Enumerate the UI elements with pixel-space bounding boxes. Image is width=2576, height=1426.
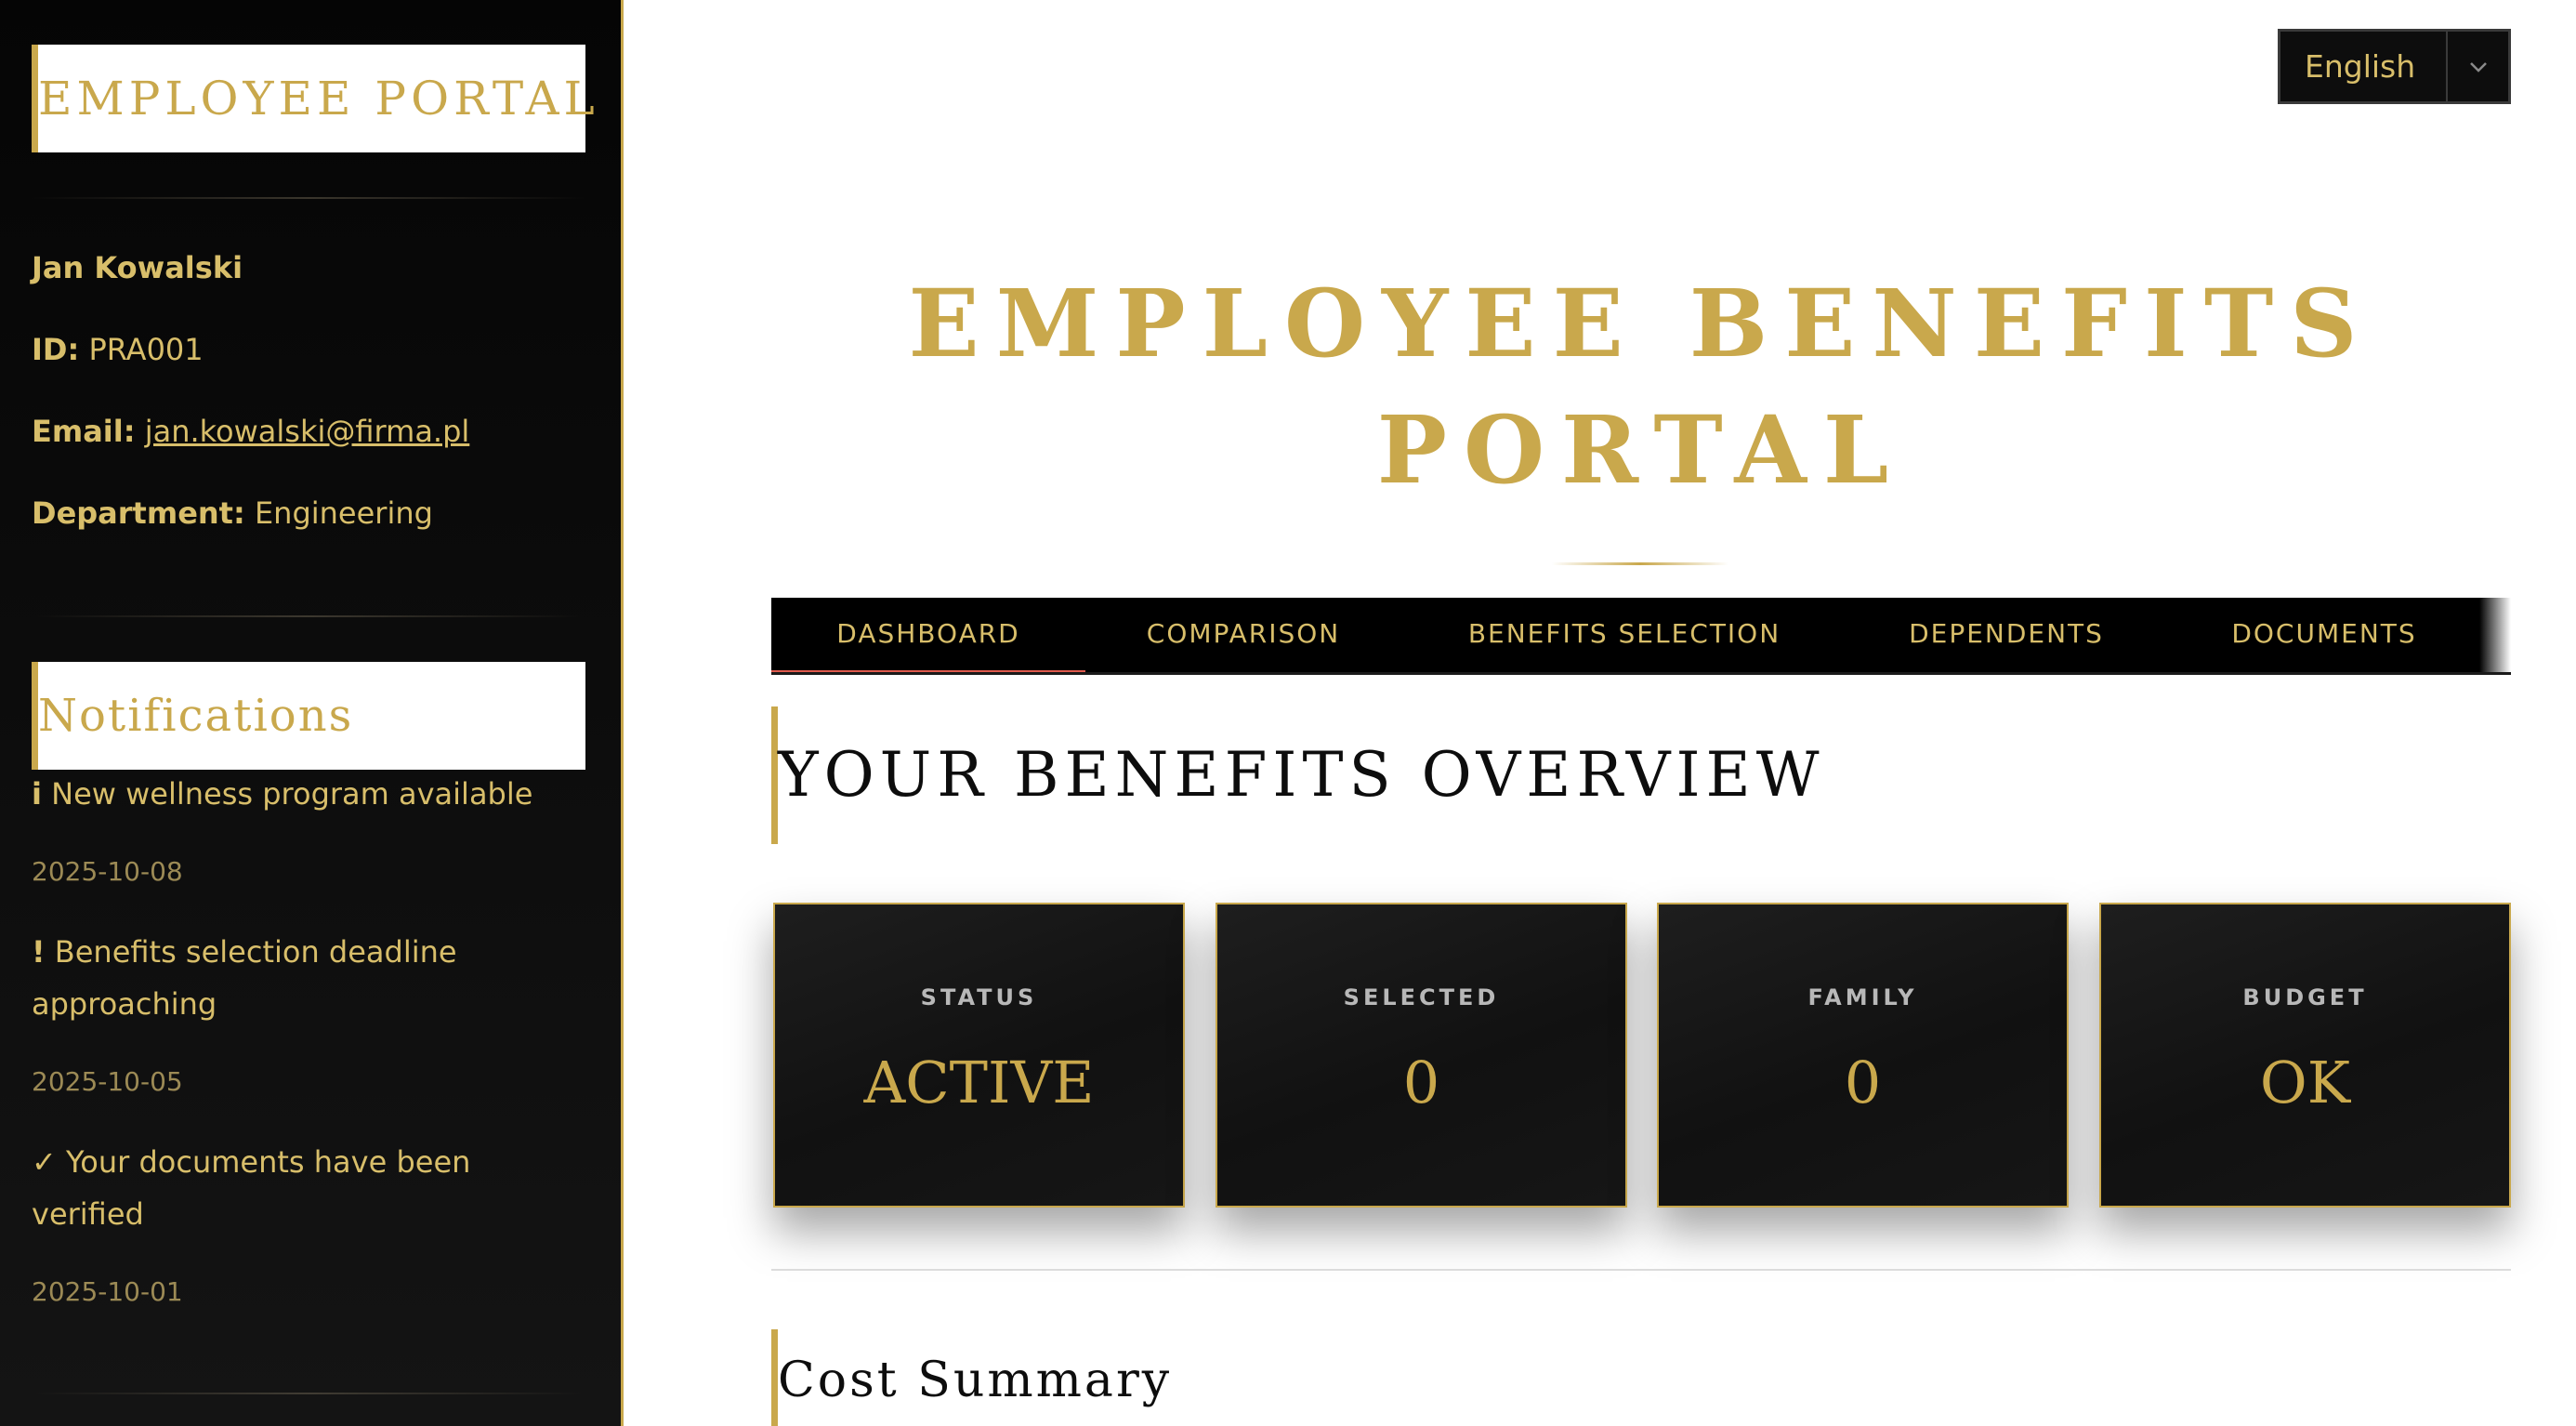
notification-text: Benefits selection deadline approaching (32, 934, 457, 1022)
check-icon: ✓ (32, 1144, 57, 1180)
overview-heading: YOUR BENEFITS OVERVIEW (771, 706, 1825, 844)
budget-card: BUDGET OK (2099, 903, 2511, 1208)
tab-benefits-selection[interactable]: BENEFITS SELECTION (1401, 598, 1847, 674)
user-id: ID: PRA001 (32, 322, 204, 377)
card-label: STATUS (920, 984, 1038, 1010)
selected-card: SELECTED 0 (1216, 903, 1627, 1208)
tab-dependents[interactable]: DEPENDENTS (1847, 598, 2165, 674)
main-tabs: DASHBOARD COMPARISON BENEFITS SELECTION … (771, 598, 2511, 674)
user-id-label: ID: (32, 332, 80, 367)
user-email-label: Email: (32, 414, 136, 449)
language-dropdown-toggle[interactable] (2446, 32, 2508, 101)
sidebar-divider (32, 1393, 585, 1394)
card-label: BUDGET (2242, 984, 2368, 1010)
portal-title-card: EMPLOYEE PORTAL (32, 45, 595, 152)
sidebar: EMPLOYEE PORTAL Jan Kowalski ID: PRA001 … (0, 0, 624, 1426)
info-icon: i (32, 776, 42, 812)
user-department-value: Engineering (254, 495, 433, 531)
notification-text: Your documents have been verified (32, 1144, 471, 1232)
tabs-underline (771, 672, 2511, 675)
card-value: 0 (1844, 1049, 1882, 1116)
notification-date: 2025-10-08 (32, 856, 183, 887)
user-email: Email: jan.kowalski@firma.pl (32, 403, 469, 459)
notification-item[interactable]: ! Benefits selection deadline approachin… (32, 926, 552, 1030)
tab-documents[interactable]: DOCUMENTS (2165, 598, 2483, 674)
user-department: Department: Engineering (32, 485, 433, 541)
tab-dashboard[interactable]: DASHBOARD (771, 598, 1085, 674)
notification-date: 2025-10-05 (32, 1066, 183, 1097)
cost-summary-heading: Cost Summary (771, 1329, 1172, 1426)
sidebar-divider (32, 615, 585, 617)
notification-item[interactable]: i New wellness program available (32, 768, 552, 820)
family-card: FAMILY 0 (1657, 903, 2069, 1208)
user-name-text: Jan Kowalski (32, 250, 243, 285)
language-value[interactable]: English (2280, 32, 2446, 101)
cost-summary-heading-text: Cost Summary (778, 1353, 1173, 1408)
sidebar-divider (32, 197, 585, 199)
card-value: 0 (1402, 1049, 1440, 1116)
user-email-link[interactable]: jan.kowalski@firma.pl (145, 414, 470, 449)
notifications-title-card: Notifications (32, 662, 585, 770)
overview-heading-text: YOUR BENEFITS OVERVIEW (778, 739, 1825, 811)
notification-item[interactable]: ✓ Your documents have been verified (32, 1136, 552, 1240)
section-divider (771, 1269, 2511, 1271)
card-label: FAMILY (1807, 984, 1918, 1010)
user-name: Jan Kowalski (32, 240, 243, 296)
card-label: SELECTED (1343, 984, 1500, 1010)
page-title: EMPLOYEE BENEFITS PORTAL (908, 269, 2374, 505)
chevron-down-icon (2469, 61, 2487, 73)
status-card: STATUS ACTIVE (773, 903, 1185, 1208)
notification-text: New wellness program available (51, 776, 533, 812)
user-id-value: PRA001 (88, 332, 204, 367)
tab-comparison[interactable]: COMPARISON (1085, 598, 1401, 674)
card-value: ACTIVE (863, 1049, 1095, 1116)
notifications-title: Notifications (38, 690, 354, 742)
portal-title: EMPLOYEE PORTAL (38, 72, 599, 125)
notification-date: 2025-10-01 (32, 1276, 183, 1307)
title-divider (1552, 562, 1728, 565)
user-department-label: Department: (32, 495, 245, 531)
card-value: OK (2259, 1049, 2351, 1116)
alert-icon: ! (32, 934, 46, 970)
language-select[interactable]: English (2278, 29, 2511, 104)
